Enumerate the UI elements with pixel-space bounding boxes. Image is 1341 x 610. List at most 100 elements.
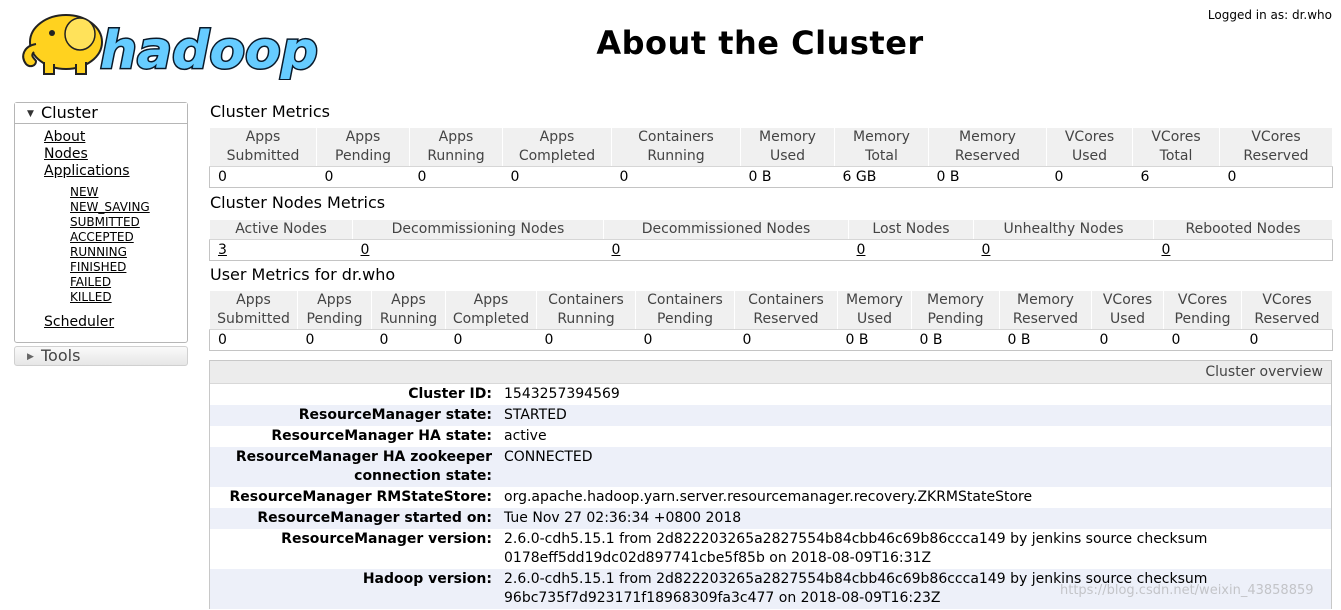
nav-cluster-links: About Nodes Applications <box>44 129 130 180</box>
cluster-metric-header-line: Memory <box>959 129 1016 145</box>
caret-down-icon: ▼ <box>27 109 34 119</box>
user-metric-value-cell: 0 <box>1091 329 1164 351</box>
cluster-metric-header-line: Completed <box>518 148 596 164</box>
cluster-metric-value-cell: 6 GB <box>834 166 929 188</box>
user-metric-header-line: VCores <box>1262 292 1312 308</box>
cluster-metric-header-cell: Apps Pending <box>316 127 410 167</box>
cluster-metrics-header-row: Apps Submitted Apps Pending Apps Running Apps C… <box>209 127 1333 167</box>
cluster-metric-header-line: Containers <box>638 129 714 145</box>
nav-link-applications[interactable]: Applications <box>44 163 130 180</box>
nav-link-scheduler[interactable]: Scheduler <box>44 314 114 330</box>
node-metric-value-cell[interactable]: 3 <box>209 239 353 261</box>
cluster-metric-header-line: Total <box>1159 148 1193 164</box>
cluster-metric-header-cell: Apps Running <box>409 127 503 167</box>
node-metric-value-link[interactable]: 0 <box>361 242 370 258</box>
node-metric-header-cell: Rebooted Nodes <box>1153 219 1333 240</box>
user-metric-header-line: Containers <box>548 292 624 308</box>
nav-tools-header[interactable]: ▶ Tools <box>14 346 188 366</box>
overview-label: ResourceManager HA state: <box>271 428 492 444</box>
cluster-metric-header-line: Used <box>769 148 806 164</box>
node-metric-header-cell: Lost Nodes <box>848 219 974 240</box>
user-metric-header-cell: Apps Running <box>371 290 446 330</box>
user-metric-header-line: Containers <box>647 292 723 308</box>
overview-label: ResourceManager RMStateStore: <box>229 489 493 505</box>
cluster-metric-header-cell: Memory Total <box>834 127 929 167</box>
cluster-metric-header-cell: VCores Used <box>1046 127 1133 167</box>
nav-state-killed[interactable]: KILLED <box>70 290 150 305</box>
user-metrics-value-row: 00000000 B0 B0 B000 <box>209 329 1333 351</box>
overview-value: 2.6.0-cdh5.15.1 from 2d822203265a2827554… <box>504 531 1208 566</box>
user-metric-header-line: Used <box>856 311 893 327</box>
user-metric-value-cell: 0 <box>209 329 298 351</box>
nav-link-nodes[interactable]: Nodes <box>44 146 130 163</box>
node-metric-value-link[interactable]: 3 <box>218 242 227 258</box>
nav-link-about[interactable]: About <box>44 129 130 146</box>
cluster-metric-header-line: Running <box>647 148 705 164</box>
node-metric-value-link[interactable]: 0 <box>1162 242 1171 258</box>
user-metric-value-cell: 0 <box>297 329 372 351</box>
user-metric-header-line: Running <box>379 311 438 327</box>
overview-row: ResourceManager HA state: active <box>210 426 1331 447</box>
user-metric-header-line: Apps <box>473 292 509 308</box>
cluster-metric-header-line: Apps <box>438 129 474 145</box>
user-metric-header-line: Completed <box>452 311 530 327</box>
user-metric-header-line: Apps <box>317 292 352 308</box>
overview-row: ResourceManager HA zookeeper connection … <box>210 447 1331 487</box>
overview-label: ResourceManager state: <box>298 407 492 423</box>
user-metric-header-line: Memory <box>846 292 903 308</box>
nav-state-accepted[interactable]: ACCEPTED <box>70 230 150 245</box>
cluster-metric-header-line: VCores <box>1251 129 1301 145</box>
user-metric-header-cell: VCores Reserved <box>1241 290 1333 330</box>
cluster-metric-value-cell: 0 <box>1219 166 1333 188</box>
node-metric-value-cell[interactable]: 0 <box>973 239 1154 261</box>
hadoop-logo[interactable]: hadoop <box>14 6 320 83</box>
nav-state-failed[interactable]: FAILED <box>70 275 150 290</box>
cluster-metric-header-cell: Containers Running <box>611 127 741 167</box>
cluster-metrics-title: Cluster Metrics <box>210 102 330 121</box>
cluster-metric-header-line: Running <box>427 148 485 164</box>
node-metric-value-cell[interactable]: 0 <box>352 239 604 261</box>
user-metric-value-cell: 0 <box>1241 329 1333 351</box>
user-metric-header-cell: Apps Submitted <box>209 290 298 330</box>
overview-label: Cluster ID: <box>408 386 492 402</box>
overview-row: ResourceManager RMStateStore: org.apache.… <box>210 487 1331 508</box>
user-metric-value-cell: 0 <box>371 329 446 351</box>
cluster-metric-value-cell: 0 <box>209 166 317 188</box>
nav-state-new-saving[interactable]: NEW_SAVING <box>70 200 150 215</box>
user-metric-value-cell: 0 <box>635 329 735 351</box>
node-metric-value-cell[interactable]: 0 <box>848 239 974 261</box>
cluster-metric-value-cell: 0 B <box>928 166 1047 188</box>
cluster-metric-header-cell: VCores Reserved <box>1219 127 1333 167</box>
user-metric-header-line: VCores <box>1102 292 1153 308</box>
nav-tools-label: Tools <box>41 346 81 365</box>
cluster-metric-value-cell: 0 <box>409 166 503 188</box>
cluster-metric-header-line: Pending <box>335 148 391 164</box>
nav-cluster-header[interactable]: ▼ Cluster <box>15 103 187 124</box>
cluster-metric-header-line: Reserved <box>954 148 1021 164</box>
cluster-metric-header-line: Used <box>1071 148 1108 164</box>
node-metric-value-cell[interactable]: 0 <box>1153 239 1333 261</box>
nav-cluster-label: Cluster <box>41 103 98 122</box>
caret-right-icon: ▶ <box>27 352 34 362</box>
user-metric-header-line: Reserved <box>1254 311 1320 327</box>
node-metric-value-link[interactable]: 0 <box>982 242 991 258</box>
nav-state-finished[interactable]: FINISHED <box>70 260 150 275</box>
cluster-metric-value-cell: 0 <box>316 166 410 188</box>
node-metric-value-link[interactable]: 0 <box>857 242 866 258</box>
user-metric-header-line: Apps <box>236 292 271 308</box>
overview-label: ResourceManager version: <box>281 531 492 547</box>
user-metric-value-cell: 0 <box>445 329 537 351</box>
cluster-overview-header[interactable]: Cluster overview <box>210 361 1331 384</box>
node-metric-value-cell[interactable]: 0 <box>603 239 849 261</box>
node-metric-value-link[interactable]: 0 <box>612 242 621 258</box>
cluster-metric-header-line: VCores <box>1151 129 1201 145</box>
cluster-overview-rows: Cluster ID: 1543257394569 ResourceManager … <box>210 384 1331 609</box>
page-title: About the Cluster <box>596 24 924 62</box>
cluster-metric-header-cell: Apps Completed <box>502 127 612 167</box>
user-metric-header-line: Pending <box>1174 311 1231 327</box>
user-metric-header-line: Memory <box>927 292 984 308</box>
nav-state-running[interactable]: RUNNING <box>70 245 150 260</box>
nav-state-submitted[interactable]: SUBMITTED <box>70 215 150 230</box>
user-metric-header-line: Pending <box>306 311 363 327</box>
nav-state-new[interactable]: NEW <box>70 185 150 200</box>
